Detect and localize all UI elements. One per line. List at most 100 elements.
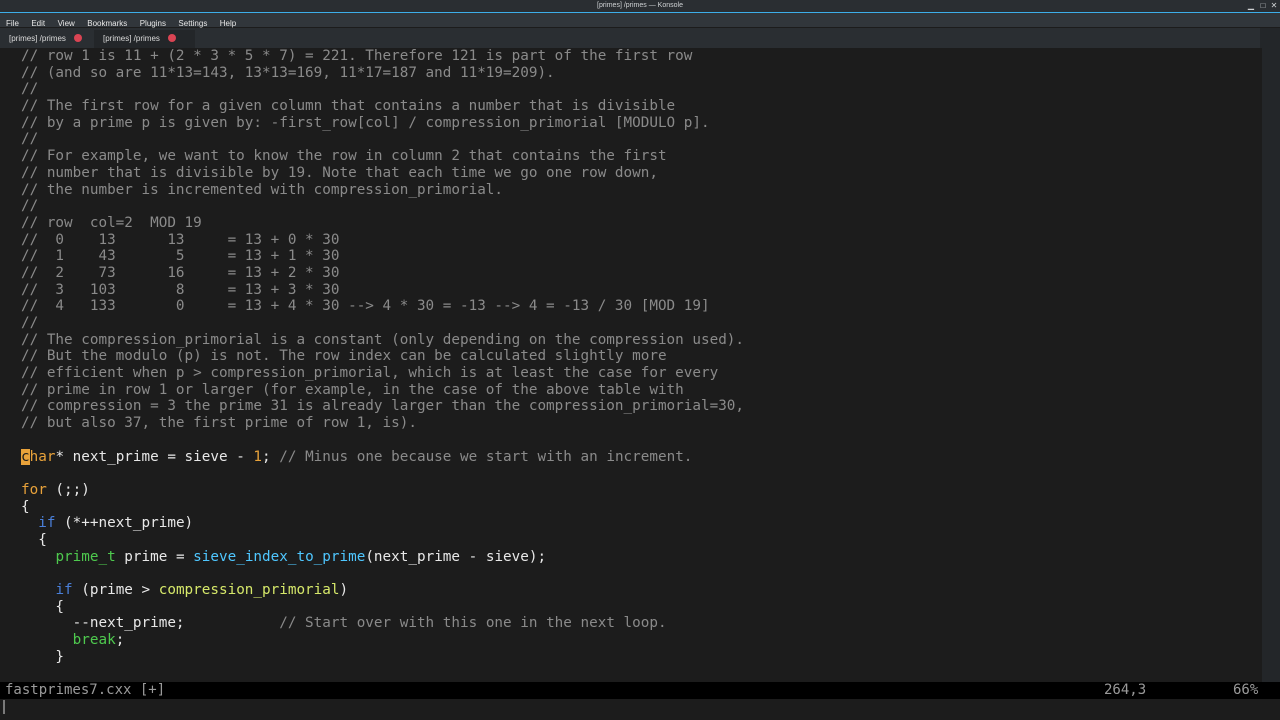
- code-token: // The first row for a given column that…: [21, 98, 676, 115]
- tab-terminal-2[interactable]: [primes] /primes: [94, 30, 195, 48]
- tab-label: [primes] /primes: [103, 34, 160, 43]
- close-tab-icon[interactable]: [167, 33, 176, 42]
- code-line: // 1 43 5 = 13 + 1 * 30: [21, 248, 744, 265]
- close-icon[interactable]: ✕: [1269, 1, 1279, 11]
- code-line: // (and so are 11*13=143, 13*13=169, 11*…: [21, 65, 744, 82]
- code-line: // 4 133 0 = 13 + 4 * 30 --> 4 * 30 = -1…: [21, 298, 744, 315]
- code-line: break;: [21, 632, 744, 649]
- code-token: // 4 133 0 = 13 + 4 * 30 --> 4 * 30 = -1…: [21, 298, 710, 315]
- status-scroll-percent: 66%: [1233, 682, 1259, 698]
- code-token: break: [72, 632, 116, 649]
- code-token: // 3 103 8 = 13 + 3 * 30: [21, 281, 340, 298]
- code-line: // The first row for a given column that…: [21, 98, 744, 115]
- code-token: //: [21, 81, 39, 98]
- code-line: //: [21, 81, 744, 98]
- code-token: har: [29, 448, 56, 465]
- code-token: (next_prime - sieve);: [365, 548, 547, 565]
- code-token: // 2 73 16 = 13 + 2 * 30: [21, 264, 340, 281]
- code-token: //: [21, 315, 39, 331]
- code-line: // efficient when p > compression_primor…: [21, 365, 744, 382]
- code-token: //: [21, 198, 39, 215]
- code-token: // the number is incremented with compre…: [21, 181, 504, 198]
- code-line: for (;;): [21, 482, 744, 499]
- code-token: sieve_index_to_prime: [193, 548, 366, 565]
- code-token: (;;): [46, 481, 90, 498]
- code-token: // (and so are 11*13=143, 13*13=169, 11*…: [21, 64, 555, 81]
- menu-bar: File Edit View Bookmarks Plugins Setting…: [0, 13, 1280, 28]
- code-line: // 0 13 13 = 13 + 0 * 30: [21, 232, 744, 249]
- code-line: // but also 37, the first prime of row 1…: [21, 415, 744, 432]
- code-token: ;: [262, 448, 280, 465]
- tab-bar: [primes] /primes [primes] /primes: [0, 28, 1280, 48]
- maximize-icon[interactable]: □: [1258, 1, 1268, 11]
- code-token: compression_primorial: [158, 582, 340, 598]
- code-token: // efficient when p > compression_primor…: [21, 365, 719, 382]
- code-line: //: [21, 315, 744, 332]
- code-line: {: [21, 532, 744, 549]
- code-line: prime_t prime = sieve_index_to_prime(nex…: [21, 549, 744, 566]
- code-line: // For example, we want to know the row …: [21, 148, 744, 165]
- code-line: // The compression_primorial is a consta…: [21, 332, 744, 349]
- code-line: // But the modulo (p) is not. The row in…: [21, 348, 744, 365]
- tab-terminal-1[interactable]: [primes] /primes: [0, 30, 95, 48]
- code-token: prime =: [115, 548, 194, 565]
- code-token: // The compression_primorial is a consta…: [21, 331, 745, 348]
- code-token: // For example, we want to know the row …: [21, 148, 667, 165]
- code-view: // row 1 is 11 + (2 * 3 * 5 * 7) = 221. …: [21, 48, 744, 665]
- code-line: {: [21, 499, 744, 516]
- window-titlebar: [primes] /primes — Konsole ▁ □ ✕: [0, 0, 1280, 13]
- code-token: if: [55, 582, 73, 598]
- code-token: // But the modulo (p) is not. The row in…: [21, 348, 667, 365]
- window-title: [primes] /primes — Konsole: [597, 2, 683, 9]
- code-line: // prime in row 1 or larger (for example…: [21, 382, 744, 399]
- code-line: // 2 73 16 = 13 + 2 * 30: [21, 265, 744, 282]
- code-token: (prime >: [72, 582, 159, 598]
- code-line: char* next_prime = sieve - 1; // Minus o…: [21, 448, 744, 466]
- code-line: // number that is divisible by 19. Note …: [21, 165, 744, 182]
- vim-editor[interactable]: // row 1 is 11 + (2 * 3 * 5 * 7) = 221. …: [0, 48, 1262, 682]
- code-token: // 0 13 13 = 13 + 0 * 30: [21, 231, 340, 248]
- code-token: // prime in row 1 or larger (for example…: [21, 381, 684, 398]
- tab-list-button[interactable]: [1260, 28, 1280, 48]
- code-token: (*++next_prime): [55, 515, 194, 532]
- code-line: // row col=2 MOD 19: [21, 215, 744, 232]
- code-token: {: [21, 498, 30, 515]
- vim-command-line[interactable]: [0, 699, 1280, 720]
- text-cursor: c: [21, 448, 30, 465]
- code-token: 1: [253, 448, 263, 465]
- terminal-scrollbar[interactable]: [1262, 48, 1280, 682]
- code-token: {: [21, 598, 65, 615]
- code-line: if (*++next_prime): [21, 515, 744, 532]
- code-token: // compression = 3 the prime 31 is alrea…: [21, 398, 745, 415]
- code-token: // but also 37, the first prime of row 1…: [21, 415, 417, 432]
- code-line: // 3 103 8 = 13 + 3 * 30: [21, 282, 744, 299]
- code-token: prime_t: [55, 548, 116, 565]
- code-token: // row 1 is 11 + (2 * 3 * 5 * 7) = 221. …: [21, 48, 693, 64]
- close-tab-icon[interactable]: [73, 33, 82, 42]
- code-line: // the number is incremented with compre…: [21, 182, 744, 199]
- code-line: //: [21, 198, 744, 215]
- code-line: }: [21, 649, 744, 666]
- code-token: if: [38, 515, 56, 532]
- code-token: //: [21, 131, 39, 148]
- vim-status-line: fastprimes7.cxx [+] 264,3 66%: [0, 682, 1280, 699]
- code-token: {: [21, 531, 47, 548]
- code-token: }: [21, 648, 65, 665]
- code-token: // 1 43 5 = 13 + 1 * 30: [21, 248, 340, 265]
- minimize-icon[interactable]: ▁: [1246, 1, 1256, 11]
- code-token: --next_prime;: [21, 615, 280, 632]
- code-line: if (prime > compression_primorial): [21, 582, 744, 599]
- code-token: for: [21, 481, 47, 498]
- code-token: // Minus one because we start with an in…: [279, 448, 693, 465]
- code-token: // Start over with this one in the next …: [279, 615, 667, 632]
- code-token: // row col=2 MOD 19: [21, 214, 202, 231]
- code-token: ): [339, 582, 349, 598]
- code-token: ;: [115, 632, 125, 649]
